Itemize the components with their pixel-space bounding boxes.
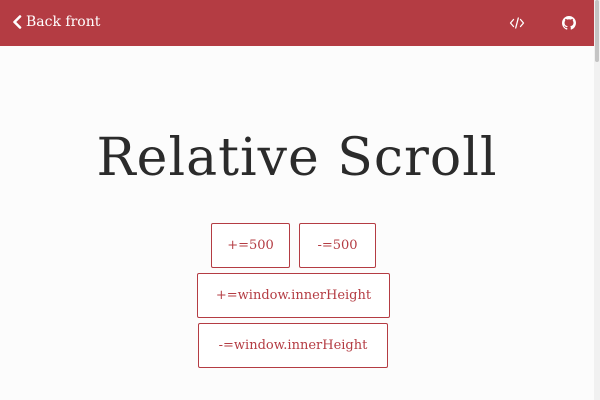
scrollbar-thumb[interactable] [595,0,599,62]
page-scrollbar[interactable] [594,0,600,400]
back-front-label: Back front [26,14,101,30]
page-title: Relative Scroll [96,128,498,188]
scroll-plus-500-button[interactable]: +=500 [211,223,290,268]
scroll-minus-500-button[interactable]: -=500 [299,223,376,268]
top-nav-bar: Back front [0,0,594,46]
scroll-plus-inner-height-button[interactable]: +=window.innerHeight [197,273,390,318]
github-icon[interactable] [561,15,577,31]
scroll-minus-inner-height-button[interactable]: -=window.innerHeight [198,323,388,368]
back-front-link[interactable]: Back front [12,13,100,31]
chevron-left-icon [13,15,22,29]
code-icon[interactable] [509,15,525,31]
